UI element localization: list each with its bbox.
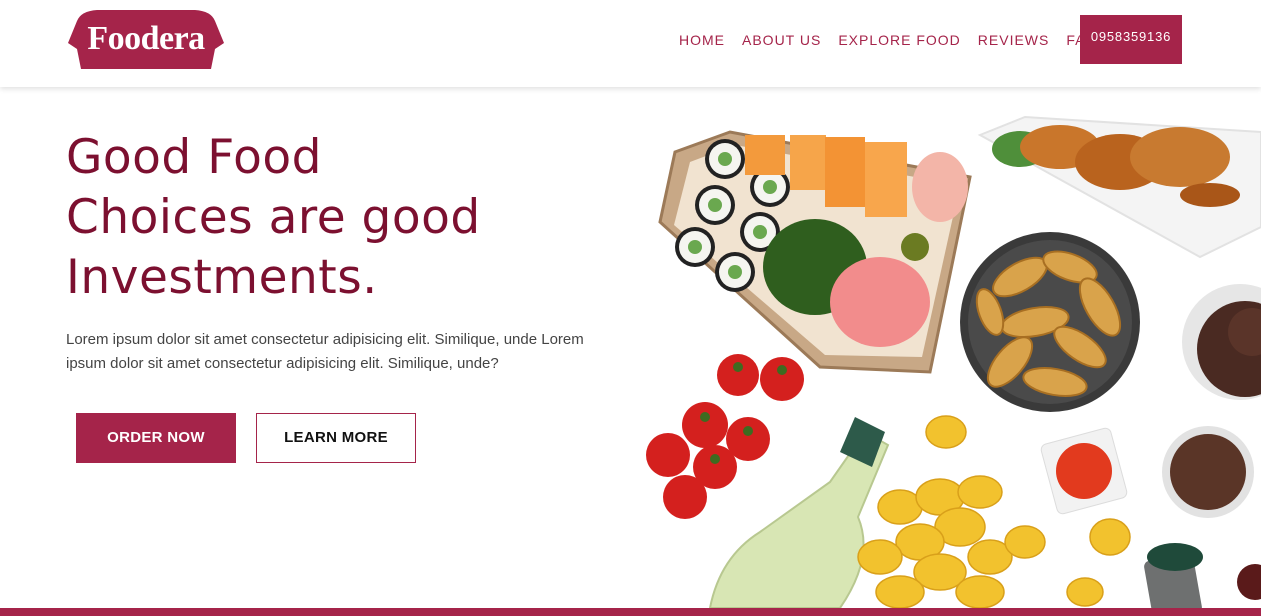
- brand-logo[interactable]: Foodera: [67, 7, 225, 71]
- chicken-plate-icon: [977, 115, 1261, 259]
- sushi-box-icon: [658, 130, 972, 374]
- logo-text: Foodera: [87, 20, 205, 57]
- main-nav: HOME ABOUT US EXPLORE FOOD REVIEWS FAQ: [679, 32, 1114, 48]
- nav-about-us[interactable]: ABOUT US: [742, 32, 821, 48]
- spice-jar-icon: [1144, 543, 1203, 608]
- berries-icon: [1237, 564, 1261, 600]
- ice-cream-bowl-icon: [1182, 284, 1261, 400]
- sauce-dish-icon: [1040, 427, 1128, 515]
- phone-button[interactable]: 0958359136: [1080, 15, 1182, 64]
- food-illustration-icon: [646, 115, 1261, 608]
- hero-title-line: Choices are good: [66, 190, 481, 245]
- hero-title: Good Food Choices are good Investments.: [66, 128, 586, 308]
- learn-more-button[interactable]: LEARN MORE: [256, 413, 416, 463]
- hero-description: Lorem ipsum dolor sit amet consectetur a…: [66, 331, 584, 372]
- potato-wedges-icon: [960, 232, 1140, 412]
- tomatoes-icon: [646, 354, 804, 519]
- hero-title-line: Investments.: [66, 250, 378, 305]
- nav-home[interactable]: HOME: [679, 32, 725, 48]
- food-spread-image: [640, 87, 1261, 608]
- site-header: Foodera HOME ABOUT US EXPLORE FOOD REVIE…: [0, 0, 1261, 87]
- order-now-button[interactable]: ORDER NOW: [76, 413, 236, 463]
- chocolate-chips-icon: [1162, 426, 1254, 518]
- hero-title-line: Good Food: [66, 130, 322, 185]
- nav-explore-food[interactable]: EXPLORE FOOD: [838, 32, 960, 48]
- nav-reviews[interactable]: REVIEWS: [978, 32, 1050, 48]
- bottom-accent-bar: [0, 608, 1261, 616]
